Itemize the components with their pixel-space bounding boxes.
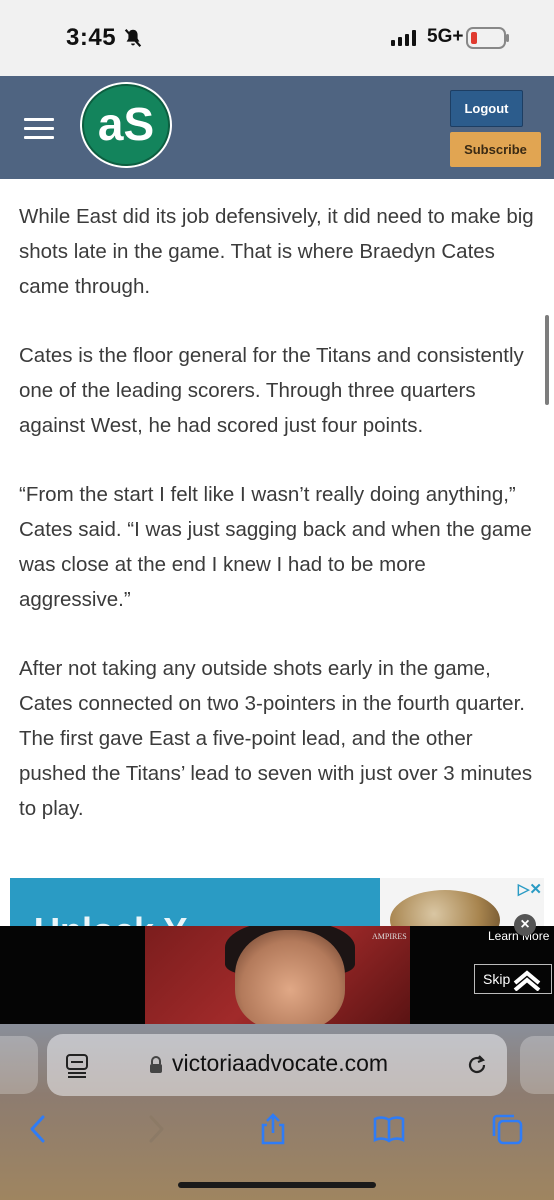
- home-indicator[interactable]: [178, 1182, 376, 1188]
- reload-icon[interactable]: [465, 1053, 489, 1077]
- scrollbar-thumb[interactable]: [545, 315, 549, 405]
- signal-icon: [391, 30, 416, 46]
- status-time: 3:45: [66, 24, 117, 51]
- logo-text: aS: [98, 98, 154, 150]
- back-icon[interactable]: [22, 1112, 56, 1146]
- site-header: aS Logout Subscribe: [0, 76, 554, 179]
- previous-tab-preview[interactable]: [0, 1036, 38, 1094]
- next-tab-preview[interactable]: [520, 1036, 554, 1094]
- logout-button[interactable]: Logout: [450, 90, 523, 127]
- bookmarks-icon[interactable]: [372, 1112, 406, 1146]
- skip-label: Skip: [483, 971, 511, 987]
- article-body: While East did its job defensively, it d…: [19, 199, 539, 860]
- banner-ad-text: Unlock Y: [34, 910, 187, 926]
- skip-chevron-icon: [513, 970, 541, 991]
- forward-icon[interactable]: [138, 1112, 172, 1146]
- tabs-icon[interactable]: [490, 1112, 524, 1146]
- status-bar: 3:45 5G+: [0, 0, 554, 76]
- skip-ad-button[interactable]: Skip: [474, 964, 552, 994]
- article-paragraph: “From the start I felt like I wasn’t rea…: [19, 483, 532, 611]
- page-menu-icon[interactable]: [65, 1053, 89, 1079]
- hamburger-menu-icon[interactable]: [24, 118, 54, 140]
- browser-toolbar: victoriaadvocate.com: [0, 1024, 554, 1200]
- close-ad-icon[interactable]: ×: [514, 914, 536, 936]
- video-ad[interactable]: AMPIRES Learn More Skip: [0, 926, 554, 1024]
- lock-icon: [150, 1056, 162, 1073]
- address-bar[interactable]: victoriaadvocate.com: [47, 1034, 507, 1096]
- subscribe-button[interactable]: Subscribe: [450, 132, 541, 167]
- share-icon[interactable]: [256, 1112, 290, 1146]
- banner-ad[interactable]: Unlock Y ▷✕: [10, 878, 544, 926]
- article-paragraph: While East did its job defensively, it d…: [19, 205, 534, 298]
- network-type: 5G+: [427, 26, 464, 47]
- article-paragraph: Cates is the floor general for the Titan…: [19, 344, 524, 437]
- video-brand-text: AMPIRES: [372, 932, 407, 941]
- url-text: victoriaadvocate.com: [172, 1050, 389, 1076]
- adchoices-icon[interactable]: ▷✕: [518, 880, 542, 898]
- article-paragraph: After not taking any outside shots early…: [19, 657, 533, 820]
- bell-slash-icon: [124, 29, 142, 47]
- battery-icon: [466, 27, 509, 49]
- video-character-image: [235, 930, 345, 1024]
- site-logo[interactable]: aS: [78, 80, 174, 170]
